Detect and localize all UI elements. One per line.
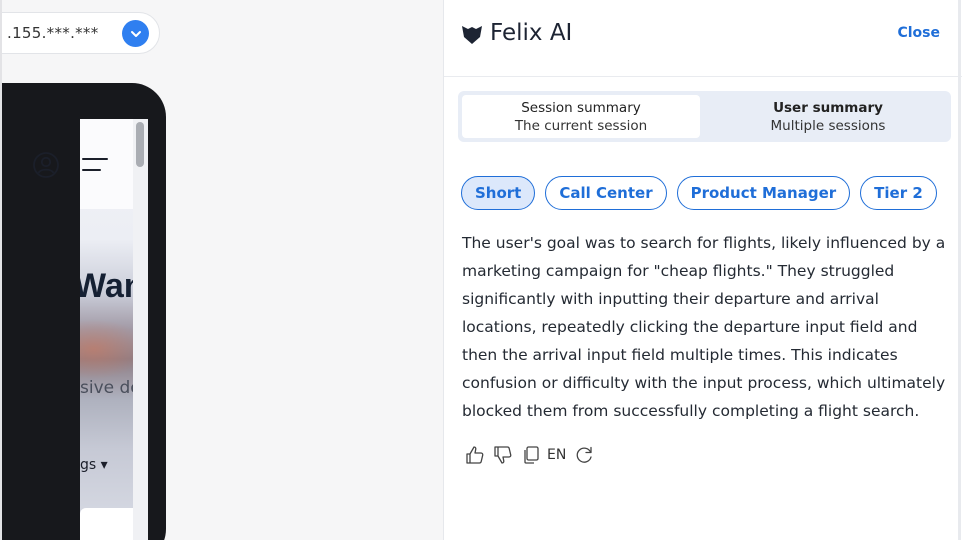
persona-chips: Short Call Center Product Manager Tier 2 bbox=[461, 176, 937, 210]
panel-header: Felix AI Close bbox=[444, 0, 962, 77]
thumbs-up-icon[interactable] bbox=[461, 441, 489, 469]
phone-scrollbar-thumb[interactable] bbox=[136, 122, 144, 167]
chevron-down-icon[interactable] bbox=[122, 20, 149, 47]
tab-title: Session summary bbox=[521, 100, 641, 116]
tab-subtitle: Multiple sessions bbox=[770, 118, 886, 134]
language-selector[interactable]: EN bbox=[547, 447, 566, 463]
felix-logo-icon bbox=[462, 26, 482, 44]
hamburger-menu-icon[interactable] bbox=[82, 155, 108, 175]
tab-title: User summary bbox=[773, 100, 883, 116]
chip-product-manager[interactable]: Product Manager bbox=[676, 176, 851, 210]
ip-address-text: .155.***.*** bbox=[7, 24, 99, 42]
tab-session-summary[interactable]: Session summary The current session bbox=[462, 95, 700, 138]
summary-tabs: Session summary The current session User… bbox=[458, 91, 951, 142]
close-button[interactable]: Close bbox=[897, 25, 940, 41]
ip-address-pill: .155.***.*** bbox=[2, 12, 160, 54]
tab-subtitle: The current session bbox=[514, 118, 648, 134]
thumbs-down-icon[interactable] bbox=[489, 441, 517, 469]
panel-edge bbox=[958, 0, 961, 540]
chip-call-center[interactable]: Call Center bbox=[545, 176, 667, 210]
chip-short[interactable]: Short bbox=[461, 176, 536, 210]
copy-icon[interactable] bbox=[517, 441, 545, 469]
felix-ai-panel: Felix AI Close Session summary The curre… bbox=[443, 0, 962, 540]
feedback-actions: EN bbox=[461, 441, 598, 469]
user-icon[interactable] bbox=[32, 151, 60, 179]
session-replay-area: .155.***.*** Want To sive deals gs ▾ bbox=[0, 0, 443, 540]
chip-tier-2[interactable]: Tier 2 bbox=[860, 176, 937, 210]
phone-scrollbar[interactable] bbox=[133, 119, 148, 540]
tab-user-summary[interactable]: User summary Multiple sessions bbox=[709, 95, 947, 138]
summary-text: The user's goal was to search for flight… bbox=[462, 234, 946, 420]
panel-title: Felix AI bbox=[490, 20, 573, 46]
settings-dropdown[interactable]: gs ▾ bbox=[80, 457, 108, 473]
refresh-icon[interactable] bbox=[570, 441, 598, 469]
